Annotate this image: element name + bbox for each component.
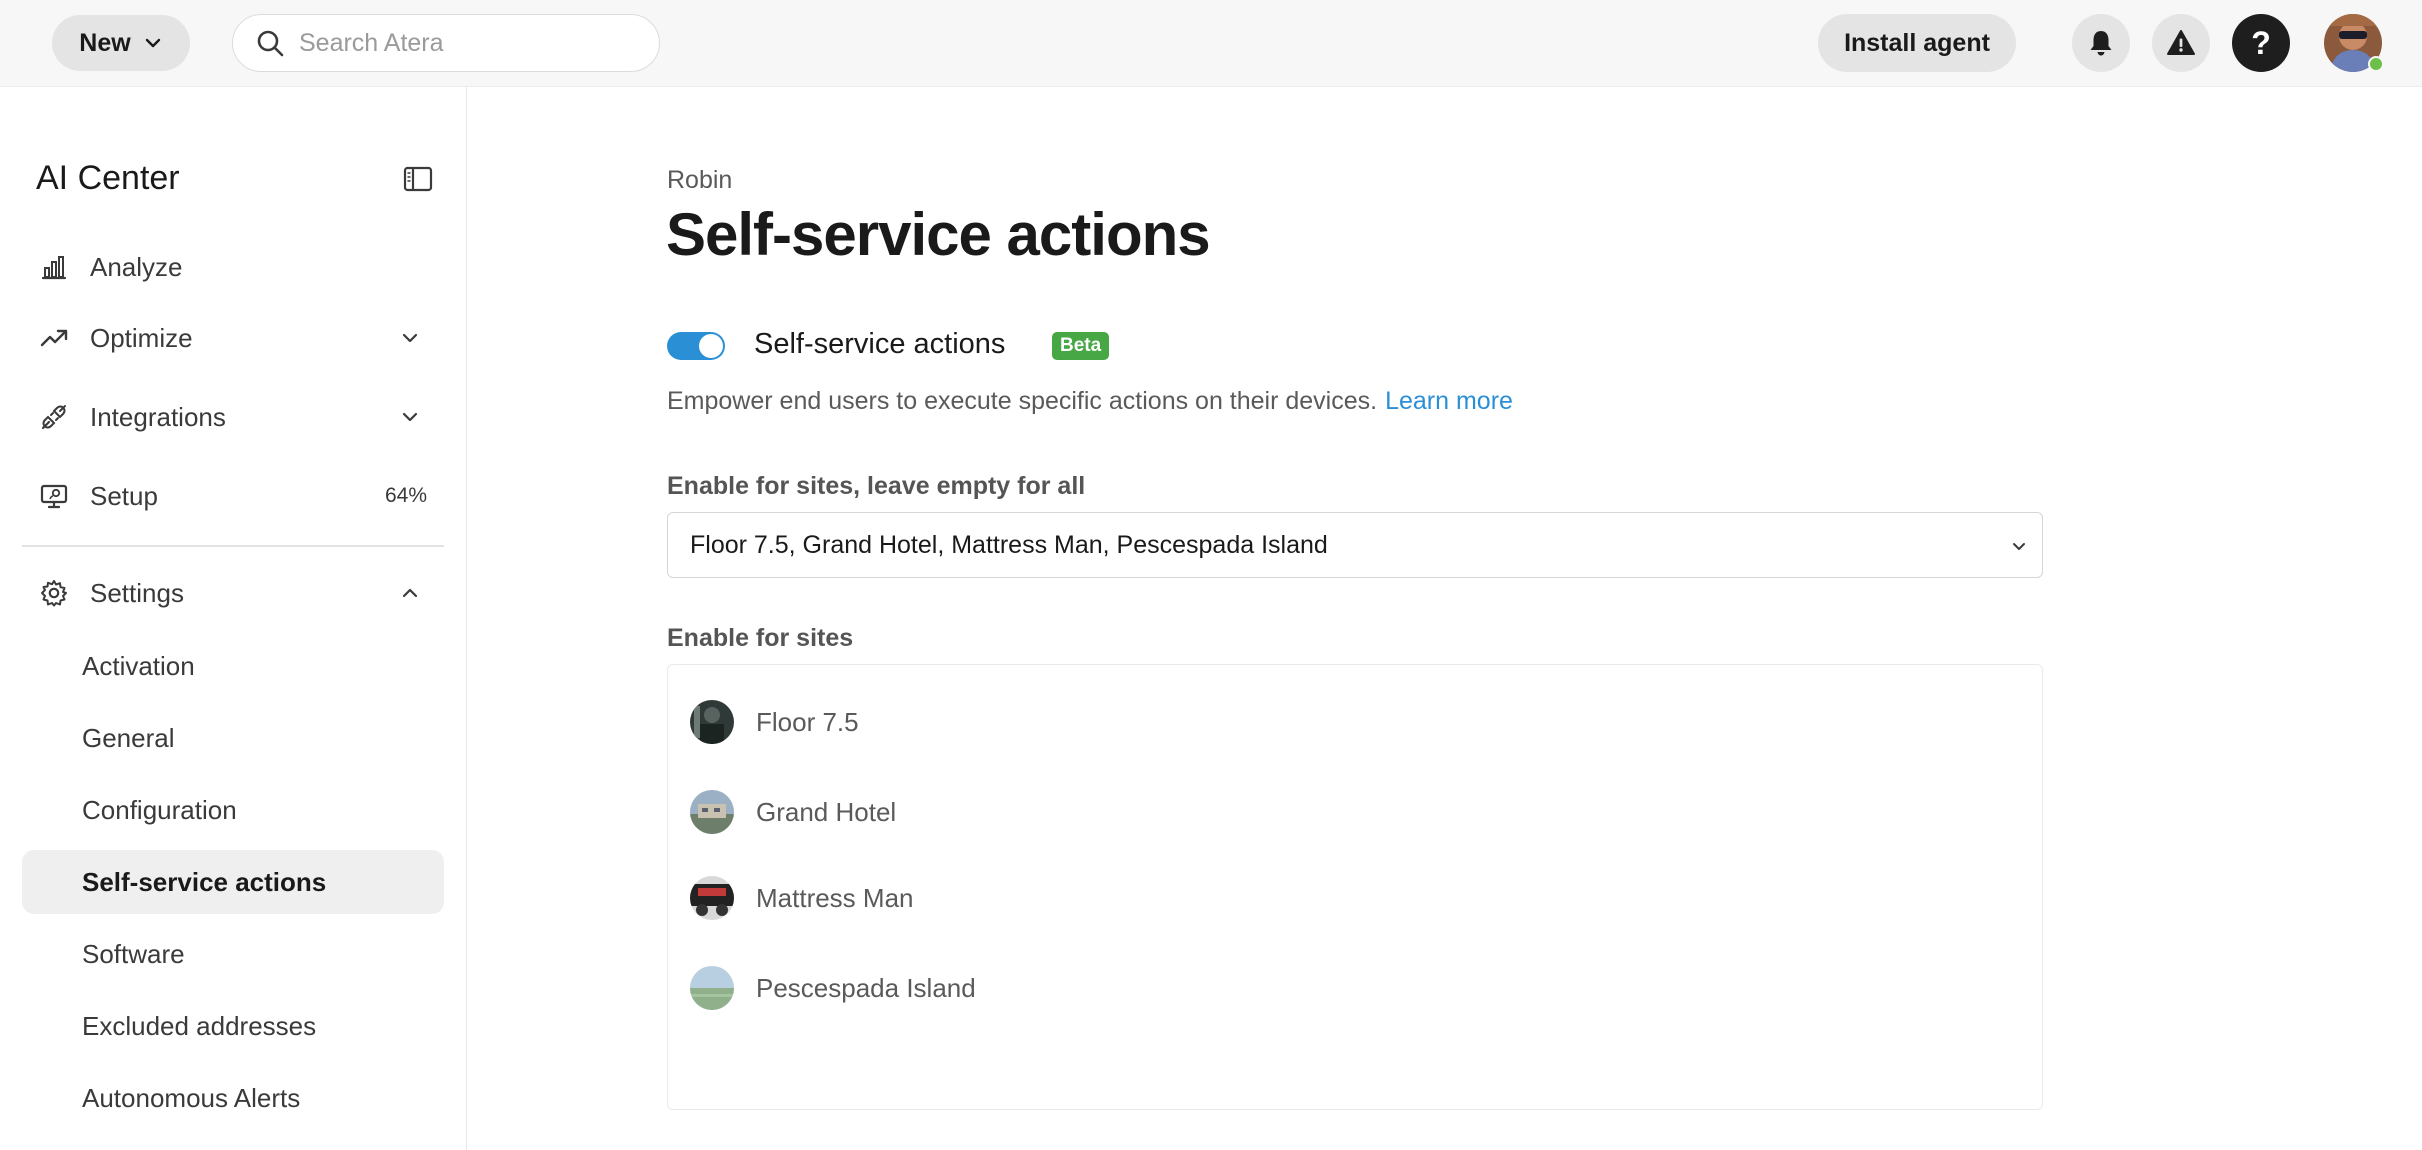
settings-item-label: Excluded addresses <box>82 1010 317 1041</box>
chevron-up-icon <box>402 588 418 598</box>
chevron-down-icon <box>2013 543 2025 550</box>
sidebar-item-label: Settings <box>90 577 184 608</box>
site-name: Pescespada Island <box>756 972 976 1003</box>
sidebar-collapse-icon[interactable] <box>402 165 434 193</box>
site-name: Mattress Man <box>756 882 914 913</box>
settings-item-autonomous-alerts[interactable]: Autonomous Alerts <box>22 1066 444 1130</box>
chevron-down-icon <box>402 333 418 343</box>
sites-select[interactable]: Floor 7.5, Grand Hotel, Mattress Man, Pe… <box>667 512 2043 578</box>
site-name: Grand Hotel <box>756 796 897 827</box>
settings-item-label: Software <box>82 938 185 969</box>
site-avatar <box>690 790 734 834</box>
sites-list: Floor 7.5 Grand Hotel Mattress Man Pesce… <box>667 664 2043 1110</box>
site-avatar <box>690 876 734 920</box>
settings-item-software[interactable]: Software <box>22 922 444 986</box>
new-button-label: New <box>79 28 131 57</box>
toggle-label: Self-service actions <box>754 328 1006 360</box>
question-icon: ? <box>2251 24 2271 61</box>
site-avatar <box>690 966 734 1010</box>
chevron-down-icon <box>402 412 418 422</box>
monitor-setup-icon <box>38 480 70 512</box>
list-item[interactable]: Floor 7.5 <box>668 692 2042 752</box>
sites-list-label: Enable for sites <box>667 624 854 652</box>
sidebar-item-label: Optimize <box>90 322 193 353</box>
new-button[interactable]: New <box>52 15 190 71</box>
sidebar-item-optimize[interactable]: Optimize <box>22 307 444 369</box>
alerts-button[interactable] <box>2152 14 2210 72</box>
site-name: Floor 7.5 <box>756 706 859 737</box>
sidebar-item-label: Analyze <box>90 251 183 282</box>
sidebar-item-setup[interactable]: Setup 64% <box>22 465 444 527</box>
settings-item-general[interactable]: General <box>22 706 444 770</box>
description-text: Empower end users to execute specific ac… <box>667 387 1378 415</box>
bar-chart-icon <box>38 251 70 283</box>
sidebar-item-integrations[interactable]: Integrations <box>22 386 444 448</box>
select-label: Enable for sites, leave empty for all <box>667 472 1086 500</box>
sidebar-title: AI Center <box>36 159 180 197</box>
list-item[interactable]: Grand Hotel <box>668 782 2042 842</box>
settings-item-label: Self-service actions <box>82 866 327 897</box>
top-bar: New Install agent ? <box>0 0 2422 87</box>
chevron-down-icon <box>145 38 160 48</box>
install-agent-label: Install agent <box>1844 28 1990 57</box>
settings-item-label: Configuration <box>82 794 237 825</box>
search-input[interactable] <box>299 28 639 58</box>
install-agent-button[interactable]: Install agent <box>1818 14 2016 72</box>
learn-more-link[interactable]: Learn more <box>1385 387 1513 415</box>
sidebar-item-label: Integrations <box>90 401 226 432</box>
beta-badge: Beta <box>1052 332 1110 360</box>
help-button[interactable]: ? <box>2232 14 2290 72</box>
warning-icon <box>2167 30 2195 55</box>
settings-item-activation[interactable]: Activation <box>22 634 444 698</box>
list-item[interactable]: Mattress Man <box>668 868 2042 928</box>
sidebar-item-analyze[interactable]: Analyze <box>22 236 444 298</box>
sidebar-divider <box>22 545 444 547</box>
page-title: Self-service actions <box>666 201 1211 268</box>
plug-icon <box>38 401 70 433</box>
notifications-button[interactable] <box>2072 14 2130 72</box>
search-box[interactable] <box>232 14 660 72</box>
settings-item-label: Activation <box>82 650 195 681</box>
sidebar-item-settings[interactable]: Settings <box>22 562 444 624</box>
settings-item-configuration[interactable]: Configuration <box>22 778 444 842</box>
self-service-toggle[interactable] <box>667 332 725 360</box>
trend-up-icon <box>38 322 70 354</box>
sidebar-item-label: Setup <box>90 480 158 511</box>
sites-select-value: Floor 7.5, Grand Hotel, Mattress Man, Pe… <box>690 530 1328 559</box>
settings-item-label: General <box>82 722 175 753</box>
settings-item-label: Autonomous Alerts <box>82 1082 301 1113</box>
search-icon <box>257 30 284 57</box>
bell-icon <box>2090 31 2112 56</box>
description: Empower end users to execute specific ac… <box>667 387 1513 416</box>
site-avatar <box>690 700 734 744</box>
settings-item-excluded-addresses[interactable]: Excluded addresses <box>22 994 444 1058</box>
gear-icon <box>38 577 70 609</box>
list-item[interactable]: Pescespada Island <box>668 958 2042 1018</box>
sidebar: AI Center Analyze Optimize Integrations … <box>0 87 467 1150</box>
online-status-dot <box>2368 56 2384 72</box>
setup-progress-value: 64% <box>384 484 427 507</box>
settings-item-self-service-actions[interactable]: Self-service actions <box>22 850 444 914</box>
breadcrumb[interactable]: Robin <box>667 166 732 195</box>
